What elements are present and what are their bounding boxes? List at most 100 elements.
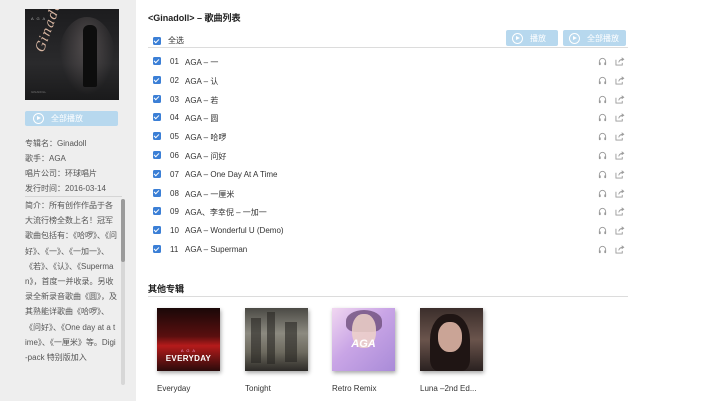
share-icon[interactable] <box>615 245 625 254</box>
track-checkbox[interactable] <box>153 207 161 216</box>
album-singer: 歌手：AGA <box>25 154 66 163</box>
headphones-icon[interactable] <box>598 151 607 160</box>
cover-foot-text: GINADOLL <box>31 90 47 94</box>
share-icon[interactable] <box>615 226 625 235</box>
sidebar-play-all-button[interactable]: 全部播放 <box>25 111 118 126</box>
track-row[interactable]: 05 AGA – 哈啰 <box>148 127 628 146</box>
album-description: 简介：所有创作作品于各大流行榜全数上名！冠军歌曲包括有：《哈啰》、《问好》、《一… <box>25 201 117 363</box>
headphones-icon[interactable] <box>598 132 607 141</box>
album-art-text: AGA <box>351 338 376 350</box>
album-art-subtext: A G A <box>180 348 197 353</box>
tracklist-header: 全选 播放 全部播放 <box>148 30 628 48</box>
track-title[interactable]: AGA – Superman <box>185 245 247 254</box>
track-checkbox[interactable] <box>153 150 161 159</box>
track-title[interactable]: AGA、李幸倪 – 一加一 <box>185 207 267 218</box>
headphones-icon[interactable] <box>598 245 607 254</box>
share-icon[interactable] <box>615 94 625 104</box>
track-row[interactable]: 09 AGA、李幸倪 – 一加一 <box>148 202 628 221</box>
headphones-icon[interactable] <box>598 226 607 235</box>
track-number: 11 <box>170 244 179 254</box>
album-sidebar: A G A Ginadoll GINADOLL 全部播放 专辑名：Ginadol… <box>0 0 136 401</box>
track-number: 03 <box>170 94 179 104</box>
track-row[interactable]: 06 AGA – 问好 <box>148 146 628 165</box>
track-checkbox[interactable] <box>153 75 161 84</box>
share-icon[interactable] <box>615 57 625 66</box>
track-number: 09 <box>170 207 179 217</box>
track-row[interactable]: 07 AGA – One Day At A Time <box>148 165 628 184</box>
album-name-link[interactable]: Retro Remix <box>332 384 376 393</box>
headphones-icon[interactable] <box>598 207 607 216</box>
track-title[interactable]: AGA – 一厘米 <box>185 189 234 200</box>
share-icon[interactable] <box>615 170 625 179</box>
headphones-icon[interactable] <box>598 57 607 66</box>
track-checkbox[interactable] <box>153 244 161 253</box>
track-checkbox[interactable] <box>153 226 161 235</box>
track-number: 06 <box>170 150 179 160</box>
track-title[interactable]: AGA – 一 <box>185 57 218 68</box>
track-checkbox[interactable] <box>153 188 161 197</box>
track-checkbox[interactable] <box>153 169 161 178</box>
play-all-button[interactable]: 全部播放 <box>563 30 626 46</box>
share-icon[interactable] <box>615 113 625 122</box>
track-checkbox[interactable] <box>153 94 161 103</box>
track-checkbox[interactable] <box>153 113 161 122</box>
share-icon[interactable] <box>615 207 625 216</box>
album-card-luna[interactable]: Luna –2nd Ed... <box>420 308 483 393</box>
album-art[interactable] <box>245 308 308 371</box>
headphones-icon[interactable] <box>598 113 607 122</box>
headphones-icon[interactable] <box>598 170 607 179</box>
description-scrollbar-thumb[interactable] <box>121 199 125 262</box>
album-name-link[interactable]: Everyday <box>157 384 190 393</box>
select-all-label[interactable]: 全选 <box>168 35 184 46</box>
page-title: <Ginadoll> – 歌曲列表 <box>148 13 241 23</box>
play-circle-icon <box>569 32 580 44</box>
track-row[interactable]: 10 AGA – Wonderful U (Demo) <box>148 221 628 240</box>
track-number: 07 <box>170 169 179 179</box>
play-circle-icon <box>512 32 523 44</box>
track-number: 08 <box>170 188 179 198</box>
track-title[interactable]: AGA – 认 <box>185 76 218 87</box>
album-art[interactable]: AGA <box>332 308 395 371</box>
track-checkbox[interactable] <box>153 132 161 141</box>
album-name-link[interactable]: Tonight <box>245 384 271 393</box>
track-title[interactable]: AGA – 哈啰 <box>185 132 226 143</box>
track-title[interactable]: AGA – 问好 <box>185 151 226 162</box>
track-number: 10 <box>170 226 179 236</box>
track-title[interactable]: AGA – 若 <box>185 95 218 106</box>
album-card-tonight[interactable]: Tonight <box>245 308 308 393</box>
track-row[interactable]: 03 AGA – 若 <box>148 90 628 109</box>
album-card-everyday[interactable]: A G A EVERYDAY Everyday <box>157 308 220 393</box>
select-all-checkbox[interactable] <box>153 37 161 45</box>
album-card-retro-remix[interactable]: AGA Retro Remix <box>332 308 395 393</box>
play-button[interactable]: 播放 <box>506 30 558 46</box>
other-albums-title: 其他专辑 <box>148 284 185 294</box>
track-row[interactable]: 11 AGA – Superman <box>148 240 628 259</box>
headphones-icon[interactable] <box>598 76 607 85</box>
album-art-text: EVERYDAY <box>165 354 212 363</box>
album-art[interactable]: A G A EVERYDAY <box>157 308 220 371</box>
share-icon[interactable] <box>615 151 625 160</box>
track-row[interactable]: 08 AGA – 一厘米 <box>148 184 628 203</box>
track-number: 04 <box>170 113 179 123</box>
album-name-link[interactable]: Luna –2nd Ed... <box>420 384 477 393</box>
track-row[interactable]: 02 AGA – 认 <box>148 71 628 90</box>
track-row[interactable]: 04 AGA – 圆 <box>148 108 628 127</box>
track-checkbox[interactable] <box>153 57 161 65</box>
play-circle-icon <box>33 113 44 124</box>
track-row[interactable]: 01 AGA – 一 <box>148 52 628 71</box>
share-icon[interactable] <box>615 188 625 198</box>
album-info: 专辑名：Ginadoll 歌手：AGA 唱片公司：环球唱片 发行时间：2016-… <box>25 136 125 196</box>
track-title[interactable]: AGA – One Day At A Time <box>185 170 278 179</box>
track-title[interactable]: AGA – Wonderful U (Demo) <box>185 226 284 235</box>
headphones-icon[interactable] <box>598 95 607 104</box>
other-albums-divider <box>148 296 628 297</box>
track-number: 01 <box>170 57 179 66</box>
play-all-button-label: 全部播放 <box>587 33 619 43</box>
share-icon[interactable] <box>615 76 625 85</box>
share-icon[interactable] <box>615 132 625 141</box>
track-title[interactable]: AGA – 圆 <box>185 113 218 124</box>
album-art[interactable] <box>420 308 483 371</box>
headphones-icon[interactable] <box>598 189 607 198</box>
album-cover: A G A Ginadoll GINADOLL <box>25 9 119 100</box>
cover-figure <box>83 25 97 87</box>
